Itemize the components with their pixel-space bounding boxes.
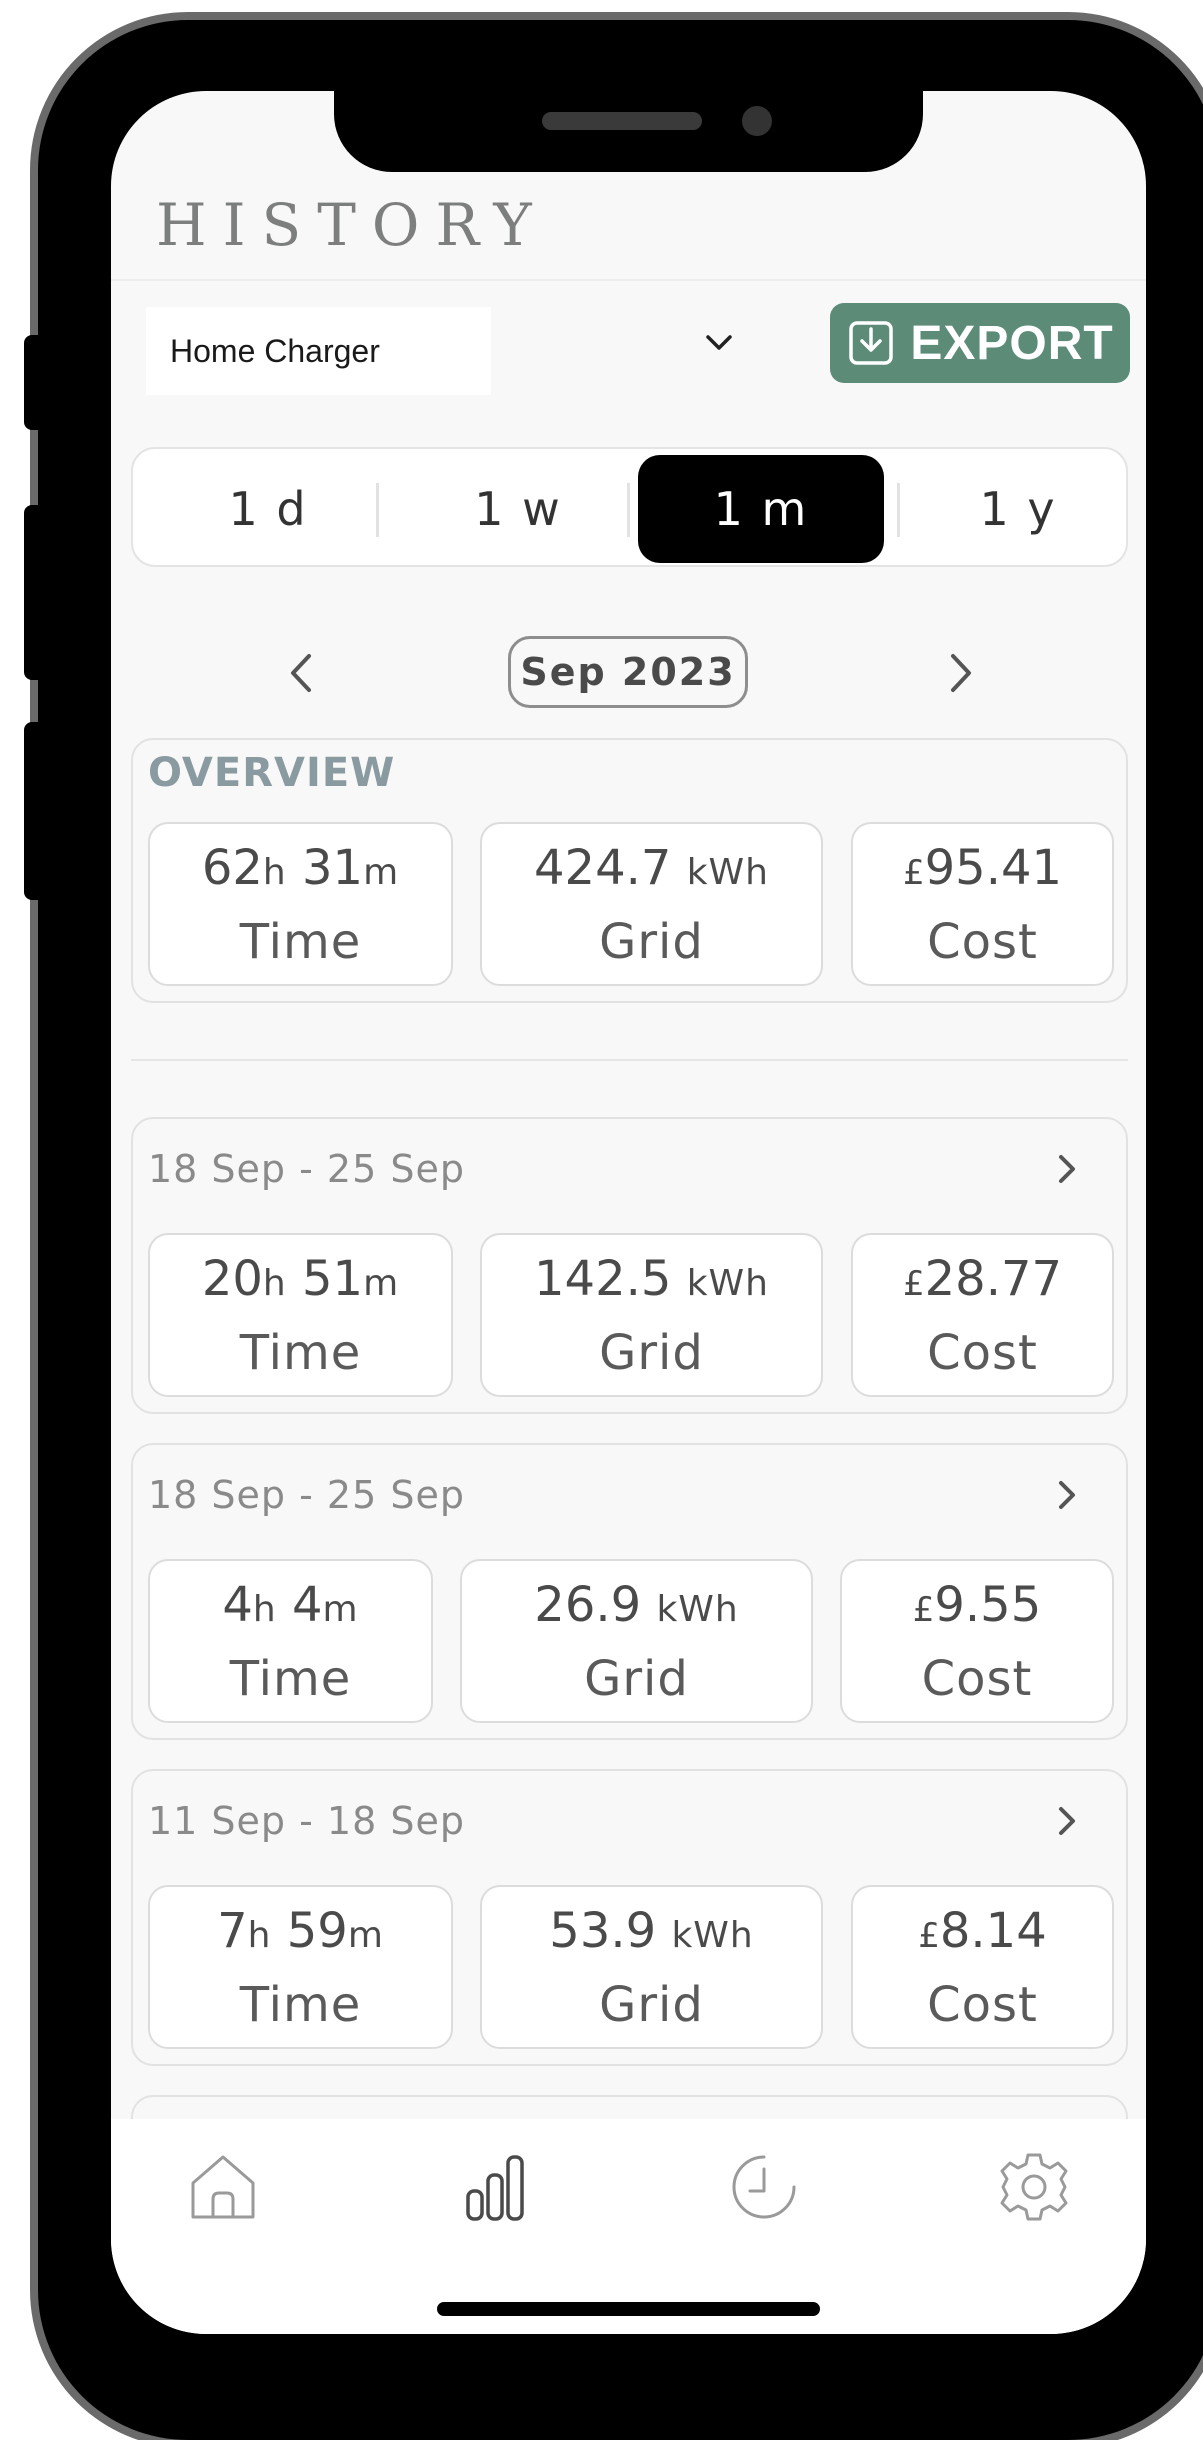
range-option-1m[interactable]: 1 m (638, 455, 884, 563)
clock-icon[interactable] (724, 2147, 804, 2227)
time-stat: 20h 51m Time (148, 1233, 453, 1397)
chevron-down-icon[interactable] (699, 323, 739, 363)
time-value: 20h 51m (201, 1251, 400, 1307)
time-value: 7h 59m (217, 1903, 384, 1959)
overview-card: OVERVIEW 62h 31m Time 424.7 kWh Grid £95… (131, 738, 1128, 1003)
chevron-right-icon[interactable] (1052, 1149, 1082, 1189)
time-value: 4h 4m (222, 1577, 359, 1633)
cost-caption: Cost (927, 1325, 1038, 1381)
title-divider (111, 279, 1146, 281)
time-value: 62h 31m (201, 840, 400, 896)
download-icon (849, 321, 894, 365)
bar-chart-icon[interactable] (456, 2147, 536, 2227)
cost-value: £8.14 (918, 1903, 1047, 1959)
entry-date-range: 11 Sep - 18 Sep (148, 1799, 465, 1843)
cost-stat: £95.41 Cost (851, 822, 1114, 986)
grid-stat: 53.9 kWh Grid (480, 1885, 823, 2049)
time-caption: Time (239, 1325, 362, 1381)
grid-caption: Grid (599, 1977, 704, 2033)
grid-caption: Grid (599, 1325, 704, 1381)
grid-value: 424.7 kWh (534, 840, 769, 896)
volume-up-button (24, 505, 42, 680)
cost-value: £9.55 (912, 1577, 1042, 1633)
cost-stat: £28.77 Cost (851, 1233, 1114, 1397)
next-period-icon[interactable] (941, 648, 981, 698)
period-selector[interactable]: Sep 2023 (508, 636, 748, 708)
history-entry-card[interactable]: 18 Sep - 25 Sep 20h 51m Time 142.5 kWh G… (131, 1117, 1128, 1414)
settings-icon[interactable] (994, 2147, 1074, 2227)
range-separator (897, 483, 900, 537)
chevron-right-icon[interactable] (1052, 1801, 1082, 1841)
cost-value: £28.77 (902, 1251, 1063, 1307)
time-stat: 7h 59m Time (148, 1885, 453, 2049)
time-caption: Time (239, 1977, 362, 2033)
home-indicator[interactable] (437, 2302, 820, 2316)
section-divider (131, 1059, 1128, 1061)
grid-value: 53.9 kWh (549, 1903, 754, 1959)
time-caption: Time (229, 1651, 352, 1707)
front-camera (742, 106, 772, 136)
cost-value: £95.41 (902, 840, 1063, 896)
range-option-1d[interactable]: 1 d (163, 455, 373, 563)
grid-caption: Grid (584, 1651, 689, 1707)
range-option-1w[interactable]: 1 w (413, 455, 623, 563)
export-button[interactable]: EXPORT (830, 303, 1130, 383)
speaker-grille (542, 112, 702, 130)
overview-heading: OVERVIEW (148, 750, 396, 796)
chevron-right-icon[interactable] (1052, 1475, 1082, 1515)
time-stat: 4h 4m Time (148, 1559, 433, 1723)
history-entry-card[interactable]: 11 Sep - 18 Sep 7h 59m Time 53.9 kWh Gri… (131, 1769, 1128, 2066)
range-separator (627, 483, 630, 537)
grid-stat: 26.9 kWh Grid (460, 1559, 813, 1723)
time-stat: 62h 31m Time (148, 822, 453, 986)
cost-caption: Cost (927, 1977, 1038, 2033)
grid-stat: 142.5 kWh Grid (480, 1233, 823, 1397)
previous-period-icon[interactable] (281, 648, 321, 698)
grid-stat: 424.7 kWh Grid (480, 822, 823, 986)
app-screen: HISTORY Home Charger EXPORT 1 d 1 w 1 m … (111, 91, 1146, 2334)
cost-caption: Cost (921, 1651, 1033, 1707)
charger-select[interactable]: Home Charger (146, 307, 491, 395)
range-separator (376, 483, 379, 537)
entry-date-range: 18 Sep - 25 Sep (148, 1473, 465, 1517)
range-option-1y[interactable]: 1 y (913, 455, 1123, 563)
cost-stat: £8.14 Cost (851, 1885, 1114, 2049)
notch (334, 91, 923, 172)
volume-down-button (24, 722, 42, 900)
grid-value: 142.5 kWh (534, 1251, 769, 1307)
home-icon[interactable] (183, 2147, 263, 2227)
time-caption: Time (239, 914, 362, 970)
silent-switch (24, 335, 42, 430)
cost-caption: Cost (927, 914, 1038, 970)
range-selector: 1 d 1 w 1 m 1 y (131, 447, 1128, 567)
export-label: EXPORT (910, 316, 1114, 370)
grid-value: 26.9 kWh (534, 1577, 739, 1633)
cost-stat: £9.55 Cost (840, 1559, 1114, 1723)
history-entry-card[interactable]: 18 Sep - 25 Sep 4h 4m Time 26.9 kWh Grid… (131, 1443, 1128, 1740)
entry-date-range: 18 Sep - 25 Sep (148, 1147, 465, 1191)
grid-caption: Grid (599, 914, 704, 970)
charger-select-value: Home Charger (170, 332, 380, 369)
page-title: HISTORY (156, 191, 548, 259)
